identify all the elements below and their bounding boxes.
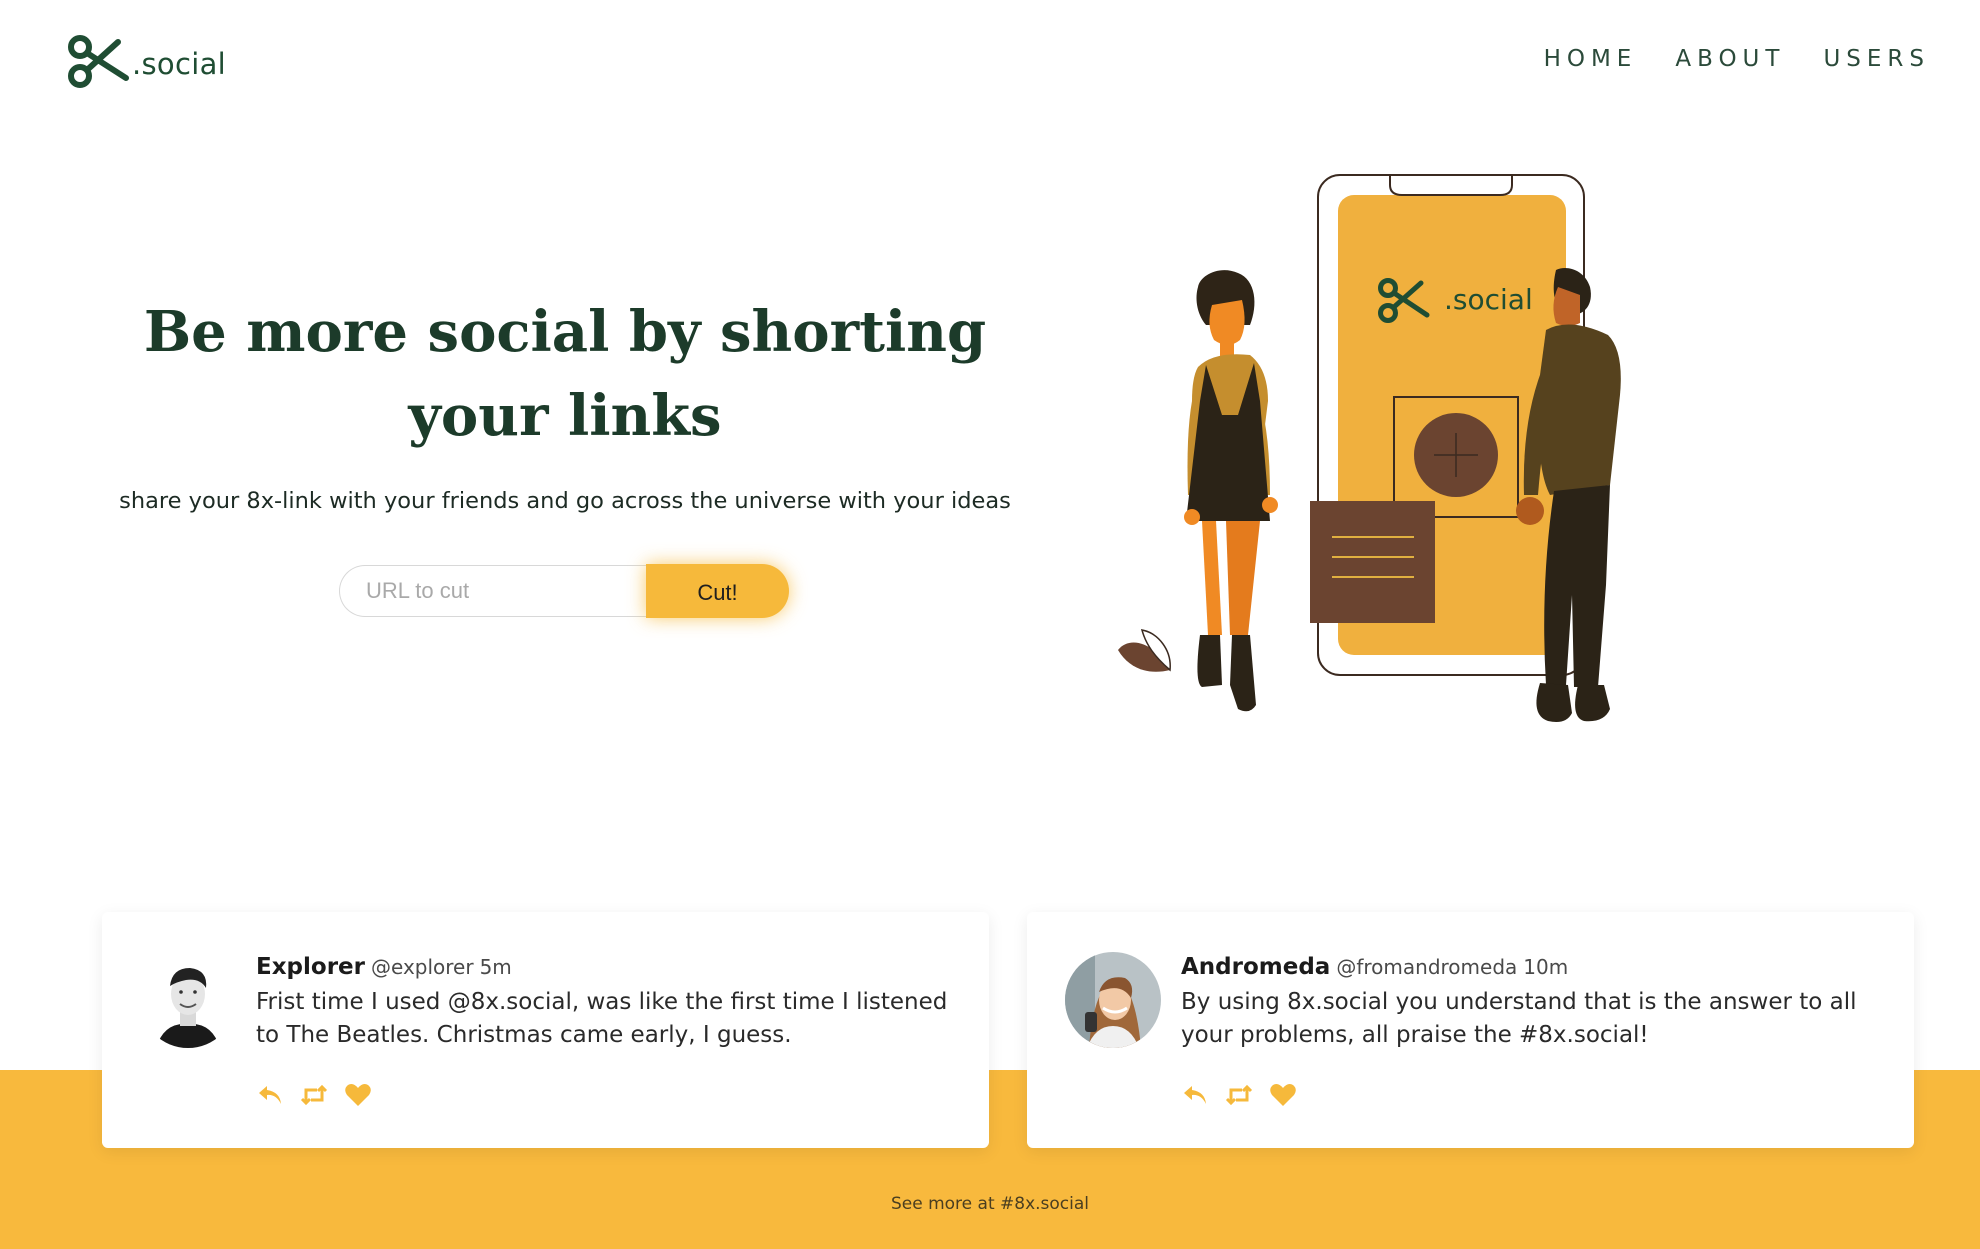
tweet-actions (256, 1082, 372, 1108)
cut-button[interactable]: Cut! (646, 564, 789, 618)
see-more-link[interactable]: See more at #8x.social (0, 1194, 1980, 1214)
avatar[interactable] (1065, 952, 1161, 1048)
nav-users[interactable]: USERS (1823, 46, 1930, 72)
nav-about[interactable]: ABOUT (1675, 46, 1785, 72)
tweet-card: Andromeda @fromandromeda 10m By using 8x.s… (1027, 912, 1914, 1148)
hero-illustration: .social (1118, 174, 1621, 722)
scissors-logo-icon (68, 35, 129, 88)
logo-text: .social (132, 47, 226, 81)
tweet-author-handle[interactable]: @fromandromeda (1336, 955, 1517, 979)
tweet-text: Frist time I used @8x.social, was like t… (256, 989, 948, 1048)
site-logo[interactable]: .social (66, 34, 226, 90)
reply-icon[interactable] (1181, 1082, 1209, 1108)
hero-title: Be more social by shorting your links (143, 299, 987, 449)
tweet-time: 5m (479, 955, 512, 979)
url-input[interactable] (339, 565, 646, 617)
phone-logo-text: .social (1444, 283, 1533, 316)
hero-subtitle: share your 8x-link with your friends and… (119, 488, 1011, 514)
tweet-author-name[interactable]: Explorer (256, 954, 365, 980)
tweet-author-handle[interactable]: @explorer (371, 955, 474, 979)
main-nav: HOME ABOUT USERS (1544, 46, 1930, 72)
url-cut-form: Cut! (339, 564, 789, 618)
heart-icon[interactable] (1269, 1082, 1297, 1108)
tweet-time: 10m (1523, 955, 1569, 979)
tweet-author-name[interactable]: Andromeda (1181, 954, 1330, 980)
tweet-actions (1181, 1082, 1297, 1108)
avatar[interactable] (140, 952, 236, 1048)
retweet-icon[interactable] (1225, 1082, 1253, 1108)
retweet-icon[interactable] (300, 1082, 328, 1108)
heart-icon[interactable] (344, 1082, 372, 1108)
nav-home[interactable]: HOME (1544, 46, 1638, 72)
leaf-icon (1118, 629, 1171, 672)
tweet-text: By using 8x.social you understand that i… (1181, 989, 1857, 1048)
tweet-card: Explorer @explorer 5m Frist time I used @8… (102, 912, 989, 1148)
reply-icon[interactable] (256, 1082, 284, 1108)
woman-figure (1184, 270, 1278, 712)
